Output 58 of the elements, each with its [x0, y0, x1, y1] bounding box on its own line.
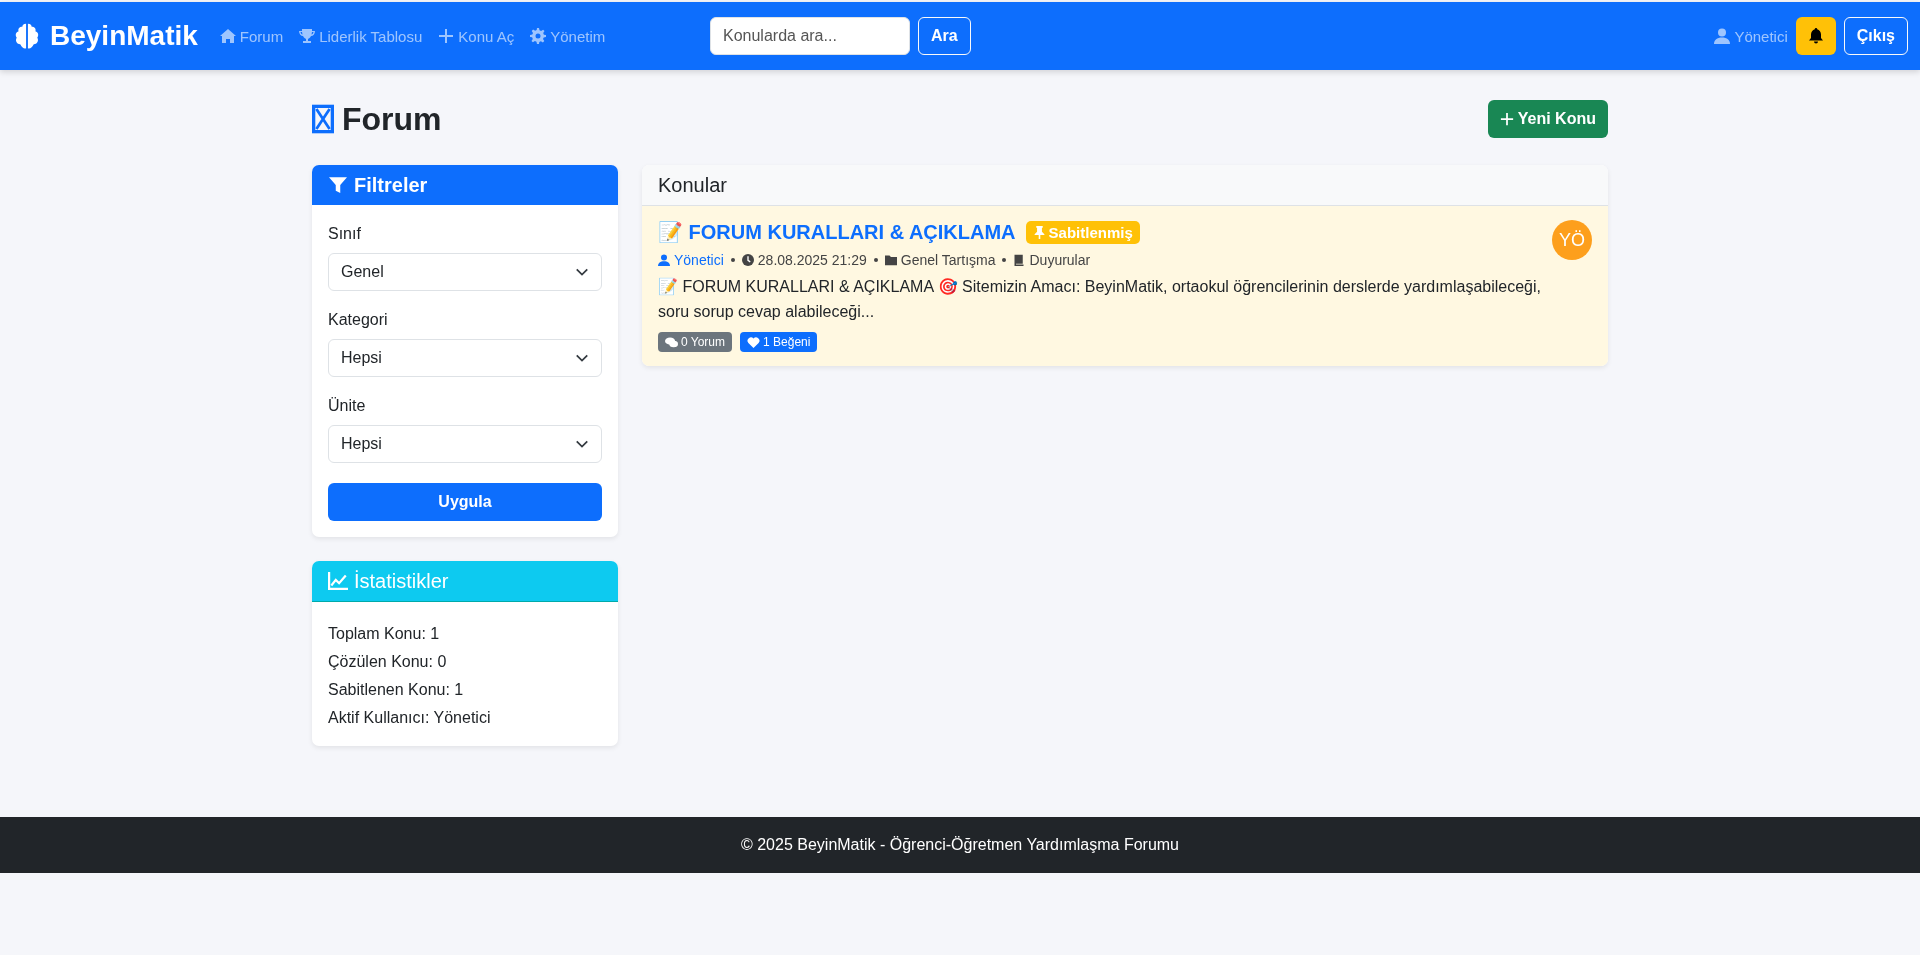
- missing-glyph-icon: [312, 104, 334, 134]
- stat-text: Aktif Kullanıcı: Yönetici: [328, 708, 492, 728]
- topic-title-link[interactable]: 📝 FORUM KURALLARI & AÇIKLAMA: [658, 220, 1016, 244]
- user-avatar: YÖ: [1552, 220, 1592, 260]
- clock-icon: [741, 254, 754, 266]
- notifications-button[interactable]: [1795, 17, 1836, 55]
- search-button[interactable]: Ara: [918, 17, 971, 55]
- nav-link[interactable]: Forum: [219, 27, 284, 45]
- author-link[interactable]: Yönetici: [674, 252, 724, 268]
- select-field[interactable]: Hepsi: [328, 339, 602, 377]
- new-topic-button[interactable]: Yeni Konu: [1487, 100, 1608, 138]
- filter-icon: [328, 176, 348, 194]
- comments-icon: [665, 336, 678, 348]
- filters-title: Filtreler: [354, 173, 428, 197]
- topics-title: Konular: [658, 173, 727, 197]
- page-title: Forum: [342, 100, 442, 138]
- plus-icon: [1499, 112, 1514, 126]
- topic-subcategory: Duyurular: [1029, 252, 1091, 268]
- separator-dot: [1002, 258, 1007, 262]
- field-label: Kategori: [328, 311, 389, 329]
- footer-text: © 2025 BeyinMatik - Öğrenci-Öğretmen Yardımlaşma Forumu: [741, 836, 1179, 854]
- heart-icon: [747, 336, 761, 348]
- stat-text: Toplam Konu: 1: [328, 624, 441, 644]
- apply-button[interactable]: Uygula: [328, 483, 602, 521]
- topic-category: Genel Tartışma: [900, 252, 996, 268]
- field-label: Sınıf: [328, 225, 362, 243]
- user-icon: [658, 254, 670, 266]
- search-field[interactable]: Konularda ara...: [710, 17, 910, 55]
- separator-dot: [730, 258, 735, 262]
- nav-link[interactable]: Konu Aç: [438, 27, 515, 45]
- likes-badge: 1 Beğeni: [740, 332, 818, 352]
- logout-button[interactable]: Çıkış: [1843, 17, 1908, 55]
- bell-icon: [1807, 28, 1824, 44]
- brand-link[interactable]: BeyinMatik: [12, 20, 198, 52]
- book-icon: [1013, 254, 1026, 266]
- home-icon: [219, 28, 236, 44]
- user-link[interactable]: Yönetici: [1714, 27, 1788, 45]
- select-field[interactable]: Genel: [328, 253, 602, 291]
- stats-title: İstatistikler: [354, 569, 449, 593]
- nav-link[interactable]: Liderlik Tablosu: [299, 27, 423, 45]
- stat-text: Çözülen Konu: 0: [328, 652, 448, 672]
- line-chart-icon: [328, 572, 348, 590]
- comments-badge: 0 Yorum: [658, 332, 733, 352]
- plus-icon: [438, 28, 455, 44]
- stat-text: Sabitlenen Konu: 1: [328, 680, 465, 700]
- user-icon: [1714, 28, 1731, 44]
- settings-icon: [530, 28, 547, 44]
- topic-excerpt: 📝 FORUM KURALLARI & AÇIKLAMA 🎯 Sitemizin Amacı: BeyinMatik, ortaokul öğrencilerinin derslerde yardımlaşabileceği, soru sorup cevap alabileceği...: [658, 277, 1542, 322]
- trophy-icon: [299, 28, 316, 44]
- separator-dot: [873, 258, 878, 262]
- nav-link[interactable]: Yönetim: [530, 27, 606, 45]
- topic-date: 28.08.2025 21:29: [757, 252, 867, 268]
- select-field[interactable]: Hepsi: [328, 425, 602, 463]
- pin-icon: [1032, 225, 1046, 239]
- topic-item[interactable]: [642, 206, 1608, 366]
- folder-icon: [884, 254, 897, 266]
- pinned-badge: Sabitlenmiş: [1025, 220, 1140, 244]
- field-label: Ünite: [328, 397, 367, 415]
